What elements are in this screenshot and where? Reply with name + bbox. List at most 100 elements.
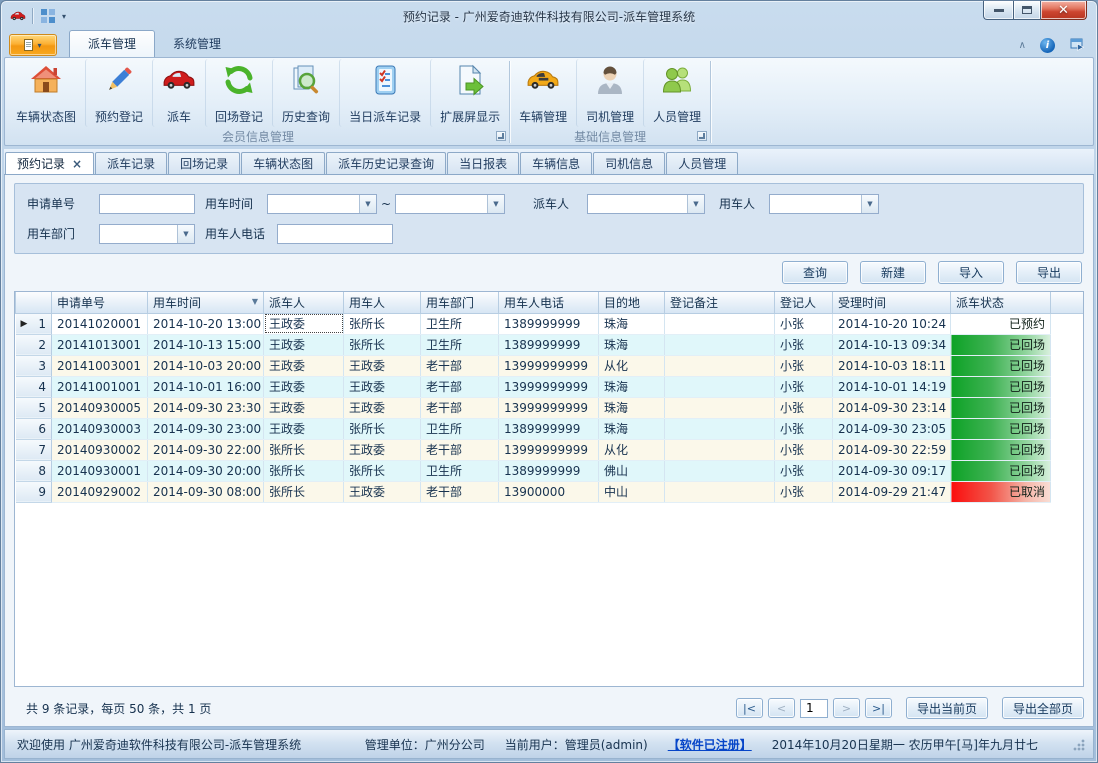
doc-tab-2[interactable]: 回场记录 (168, 152, 240, 174)
cell[interactable]: 王政委 (264, 397, 344, 418)
cell[interactable]: 卫生所 (421, 313, 499, 334)
row-selector-cell[interactable]: 5 (16, 397, 52, 418)
cell[interactable]: 13999999999 (499, 355, 599, 376)
dept-combo[interactable]: ▼ (99, 224, 195, 244)
chevron-down-icon[interactable]: ▼ (861, 195, 878, 213)
license-link[interactable]: 【软件已注册】 (668, 736, 752, 753)
history-query-button[interactable]: 历史查询 (272, 59, 339, 127)
cell[interactable]: 2014-09-30 23:00 (148, 418, 264, 439)
column-header-5[interactable]: 用车部门 (421, 292, 499, 313)
cell[interactable]: 卫生所 (421, 418, 499, 439)
cell[interactable]: 2014-09-30 23:30 (148, 397, 264, 418)
cell[interactable]: 王政委 (264, 418, 344, 439)
cell[interactable]: 13999999999 (499, 397, 599, 418)
cell[interactable]: 卫生所 (421, 334, 499, 355)
cell[interactable]: 小张 (775, 334, 833, 355)
doc-tab-7[interactable]: 司机信息 (593, 152, 665, 174)
cell[interactable]: 老干部 (421, 439, 499, 460)
column-header-8[interactable]: 登记备注 (665, 292, 775, 313)
cell[interactable]: 珠海 (599, 418, 665, 439)
apply-no-input[interactable] (99, 194, 195, 214)
cell[interactable]: 2014-09-30 20:00 (148, 460, 264, 481)
cell[interactable] (665, 313, 775, 334)
close-button[interactable]: ✕ (1041, 1, 1087, 20)
ribbon-tab-dispatch[interactable]: 派车管理 (69, 30, 155, 57)
dialog-launcher-icon[interactable] (496, 131, 506, 141)
cell[interactable]: 小张 (775, 376, 833, 397)
extended-screen-button[interactable]: 扩展屏显示 (430, 59, 509, 127)
next-page-button[interactable]: > (833, 698, 860, 718)
car-user-combo[interactable]: ▼ (769, 194, 879, 214)
last-page-button[interactable]: >| (865, 698, 892, 718)
cell[interactable]: 珠海 (599, 376, 665, 397)
return-register-button[interactable]: 回场登记 (205, 59, 272, 127)
first-page-button[interactable]: |< (736, 698, 763, 718)
export-current-page-button[interactable]: 导出当前页 (906, 697, 988, 719)
cell[interactable]: 1389999999 (499, 460, 599, 481)
cell[interactable]: 20140930005 (52, 397, 148, 418)
doc-tab-5[interactable]: 当日报表 (447, 152, 519, 174)
cell[interactable]: 2014-09-29 21:47 (833, 481, 951, 502)
vehicle-status-map-button[interactable]: 车辆状态图 (7, 59, 85, 127)
cell[interactable]: 1389999999 (499, 418, 599, 439)
cell[interactable]: 珠海 (599, 397, 665, 418)
table-row[interactable]: 9201409290022014-09-30 08:00张所长王政委老干部139… (16, 481, 1084, 502)
cell[interactable]: 王政委 (344, 439, 421, 460)
column-header-4[interactable]: 用车人 (344, 292, 421, 313)
cell[interactable]: 王政委 (264, 334, 344, 355)
info-icon[interactable]: i (1040, 38, 1055, 53)
cell[interactable]: 20141020001 (52, 313, 148, 334)
cell[interactable]: 13999999999 (499, 439, 599, 460)
status-badge[interactable]: 已取消 (951, 481, 1051, 502)
cell[interactable]: 2014-10-13 09:34 (833, 334, 951, 355)
prev-page-button[interactable]: < (768, 698, 795, 718)
doc-tab-0[interactable]: 预约记录× (5, 152, 94, 174)
cell[interactable]: 张所长 (344, 418, 421, 439)
column-header-7[interactable]: 目的地 (599, 292, 665, 313)
cell[interactable]: 20141013001 (52, 334, 148, 355)
table-row[interactable]: 4201410010012014-10-01 16:00王政委王政委老干部139… (16, 376, 1084, 397)
status-badge[interactable]: 已回场 (951, 460, 1051, 481)
cell[interactable]: 老干部 (421, 355, 499, 376)
cell[interactable]: 张所长 (344, 334, 421, 355)
cell[interactable]: 佛山 (599, 460, 665, 481)
cell[interactable]: 2014-09-30 22:59 (833, 439, 951, 460)
cell[interactable]: 2014-10-01 14:19 (833, 376, 951, 397)
use-time-from-combo[interactable]: ▼ (267, 194, 377, 214)
cell[interactable]: 1389999999 (499, 334, 599, 355)
today-dispatch-records-button[interactable]: 当日派车记录 (339, 59, 430, 127)
column-header-9[interactable]: 登记人 (775, 292, 833, 313)
chevron-down-icon[interactable]: ▾ (62, 12, 66, 21)
collapse-ribbon-icon[interactable]: ∧ (1019, 40, 1026, 51)
import-button[interactable]: 导入 (938, 261, 1004, 284)
status-badge[interactable]: 已回场 (951, 418, 1051, 439)
cell[interactable]: 2014-09-30 23:14 (833, 397, 951, 418)
dialog-launcher-icon[interactable] (697, 131, 707, 141)
cell[interactable]: 20141003001 (52, 355, 148, 376)
row-selector-cell[interactable]: ▶1 (16, 313, 52, 334)
doc-tab-8[interactable]: 人员管理 (666, 152, 738, 174)
cell[interactable]: 从化 (599, 355, 665, 376)
cell[interactable]: 珠海 (599, 334, 665, 355)
table-row[interactable]: 8201409300012014-09-30 20:00张所长张所长卫生所138… (16, 460, 1084, 481)
cell[interactable]: 小张 (775, 355, 833, 376)
driver-manage-button[interactable]: 司机管理 (576, 59, 643, 127)
status-badge[interactable]: 已回场 (951, 334, 1051, 355)
column-header-2[interactable]: 用车时间▼ (148, 292, 264, 313)
cell[interactable]: 2014-10-03 20:00 (148, 355, 264, 376)
cell[interactable]: 王政委 (344, 376, 421, 397)
cell[interactable]: 王政委 (264, 313, 344, 334)
resize-grip[interactable] (1072, 738, 1085, 751)
cell[interactable]: 2014-09-30 09:17 (833, 460, 951, 481)
cell[interactable] (665, 376, 775, 397)
cell[interactable]: 20141001001 (52, 376, 148, 397)
cell[interactable]: 2014-09-30 23:05 (833, 418, 951, 439)
row-selector-cell[interactable]: 7 (16, 439, 52, 460)
ribbon-tab-system[interactable]: 系统管理 (155, 31, 239, 57)
cell[interactable]: 20140930003 (52, 418, 148, 439)
cell[interactable]: 2014-09-30 22:00 (148, 439, 264, 460)
use-time-to-combo[interactable]: ▼ (395, 194, 505, 214)
table-row[interactable]: 2201410130012014-10-13 15:00王政委张所长卫生所138… (16, 334, 1084, 355)
table-row[interactable]: 5201409300052014-09-30 23:30王政委王政委老干部139… (16, 397, 1084, 418)
status-badge[interactable]: 已回场 (951, 355, 1051, 376)
